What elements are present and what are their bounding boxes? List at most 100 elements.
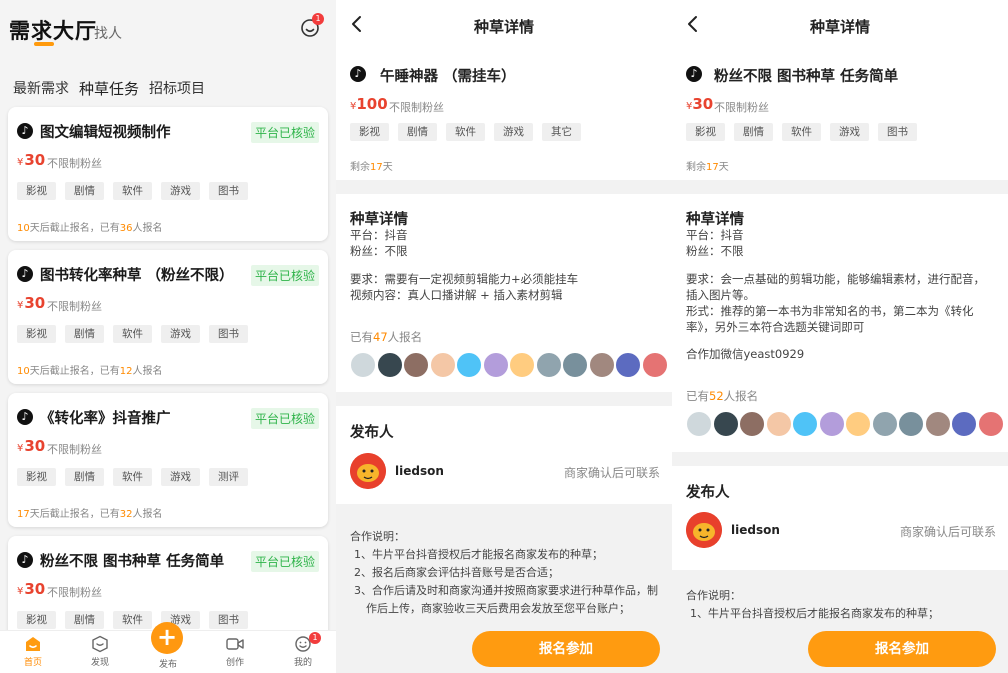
signed-count: 已有47人报名	[350, 330, 423, 344]
tag-chip: 影视	[350, 123, 389, 141]
task-card[interactable]: ♪ 图文编辑短视频制作 平台已核验 ¥30 不限制粉丝 影视 剧情 软件 游戏 图书 1…	[8, 107, 328, 241]
requirement-line-3: 形式：推荐的第一本书为非常知名的书，第二本为《转化	[686, 304, 974, 318]
applicant-avatar[interactable]	[641, 352, 668, 378]
card-footer: 17天后截止报名，已有32人报名	[17, 509, 163, 520]
publish-button[interactable]: +	[151, 622, 183, 654]
tiger-avatar-icon	[686, 512, 722, 548]
applicant-avatar[interactable]	[456, 352, 482, 378]
tag-chip: 游戏	[161, 468, 200, 486]
nav-home-label: 首页	[23, 658, 42, 668]
applicant-avatar[interactable]	[376, 352, 403, 378]
applicant-avatar[interactable]	[765, 411, 792, 437]
join-button[interactable]: 报名参加	[808, 631, 996, 667]
fans-requirement: 不限制粉丝	[47, 157, 102, 170]
tag-chip: 剧情	[398, 123, 437, 141]
seeding-detail-section: 种草详情 平台：抖音 粉丝：不限 要求：会一点基础的剪辑功能，能够编辑素材，进行…	[672, 194, 1008, 452]
applicant-avatars[interactable]	[686, 411, 1008, 441]
applicant-avatar[interactable]	[898, 411, 924, 437]
nav-home[interactable]: 首页	[13, 635, 53, 668]
applicant-avatar[interactable]	[792, 411, 818, 437]
tag-chip: 软件	[113, 182, 152, 200]
publisher-note: 商家确认后可联系	[563, 466, 660, 480]
task-price: ¥100	[350, 95, 388, 113]
join-button[interactable]: 报名参加	[472, 631, 660, 667]
fans-line: 粉丝：不限	[350, 244, 408, 258]
active-tab-indicator	[34, 42, 54, 46]
applicant-avatars[interactable]	[350, 352, 672, 382]
tag-chip: 其它	[542, 123, 581, 141]
tag-chip: 影视	[17, 468, 56, 486]
publisher-title: 发布人	[350, 425, 394, 441]
task-card[interactable]: ♪ 图书转化率种草 （粉丝不限） 平台已核验 ¥30 不限制粉丝 影视 剧情 软件游…	[8, 250, 328, 384]
applicant-avatar[interactable]	[977, 411, 1004, 437]
applicant-avatar[interactable]	[429, 352, 456, 378]
card-title: 《转化率》抖音推广	[40, 411, 171, 427]
platform-line: 平台：抖音	[686, 228, 744, 242]
coop-line-2: 2、报名后商家会评估抖音账号是否合适；	[354, 566, 559, 579]
applicant-avatar[interactable]	[403, 352, 429, 378]
tag-chip: 软件	[782, 123, 821, 141]
subtab-latest[interactable]: 最新需求	[13, 78, 69, 99]
card-tags: 影视 剧情 软件 游戏 图书	[17, 611, 248, 629]
nav-discover[interactable]: 发现	[80, 635, 120, 668]
applicant-avatar[interactable]	[562, 352, 588, 378]
detail-header: 种草详情	[336, 0, 672, 52]
nav-publish-label[interactable]: 发布	[148, 657, 188, 670]
applicant-avatar[interactable]	[588, 352, 615, 378]
verified-badge: 平台已核验	[250, 122, 319, 143]
subtab-seeding-tasks[interactable]: 种草任务	[79, 78, 140, 99]
signed-count: 已有52人报名	[686, 389, 759, 403]
tag-chip: 游戏	[830, 123, 869, 141]
detail-header-title: 种草详情	[809, 18, 870, 36]
applicant-avatar[interactable]	[615, 352, 641, 378]
card-footer: 10天后截止报名，已有12人报名	[17, 366, 163, 377]
nav-discover-label: 发现	[90, 658, 109, 668]
fans-line: 粉丝：不限	[686, 244, 744, 258]
task-card[interactable]: ♪ 《转化率》抖音推广 平台已核验 ¥30 不限制粉丝 影视 剧情 软件 游戏 测评 1…	[8, 393, 328, 527]
task-card-list: ♪ 图文编辑短视频制作 平台已核验 ¥30 不限制粉丝 影视 剧情 软件 游戏 图书 1…	[8, 107, 328, 673]
card-tags: 影视 剧情 软件 游戏 图书	[17, 325, 248, 343]
tag-chip: 游戏	[161, 182, 200, 200]
applicant-avatar[interactable]	[712, 411, 739, 437]
publisher-name: liedson	[395, 464, 444, 478]
remaining-days: 剩余17天	[686, 162, 729, 173]
remaining-days: 剩余17天	[350, 162, 393, 173]
verified-badge: 平台已核验	[250, 265, 319, 286]
seeding-detail-section: 种草详情 平台：抖音 粉丝：不限 要求：需要有一定视频剪辑能力+必须能挂车 视频…	[336, 194, 672, 392]
applicant-avatar[interactable]	[535, 352, 562, 378]
coop-line-1: 1、牛片平台抖音授权后才能报名商家发布的种草；	[354, 548, 603, 561]
applicant-avatar[interactable]	[350, 352, 376, 378]
message-badge: 1	[312, 13, 324, 25]
applicant-avatar[interactable]	[951, 411, 977, 437]
nav-mine[interactable]: 我的 1	[283, 632, 323, 668]
card-price: ¥30	[17, 294, 46, 312]
nav-create[interactable]: 创作	[215, 635, 255, 668]
applicant-avatar[interactable]	[482, 352, 509, 378]
verified-badge: 平台已核验	[250, 551, 319, 572]
tag-chip: 剧情	[65, 611, 104, 629]
applicant-avatar[interactable]	[871, 411, 898, 437]
coop-title: 合作说明：	[350, 530, 405, 543]
tag-chip: 图书	[209, 325, 248, 343]
tag-chip: 游戏	[494, 123, 533, 141]
tab-demand-hall[interactable]: 需求大厅	[9, 15, 97, 45]
applicant-avatar[interactable]	[845, 411, 871, 437]
tiger-avatar-icon	[350, 453, 386, 489]
applicant-avatar[interactable]	[924, 411, 951, 437]
publisher-avatar[interactable]	[350, 453, 386, 489]
tab-find-people[interactable]: 找人	[94, 23, 122, 43]
fans-requirement: 不限制粉丝	[714, 101, 769, 114]
task-tags: 影视 剧情 软件 游戏 其它	[350, 123, 581, 141]
nav-mine-label: 我的	[293, 658, 312, 668]
publisher-section: 发布人 liedson 商家确认后可联系	[672, 466, 1008, 570]
plus-icon: +	[156, 623, 178, 651]
message-button[interactable]: 1	[300, 13, 324, 38]
applicant-avatar[interactable]	[818, 411, 845, 437]
publisher-avatar[interactable]	[686, 512, 722, 548]
applicant-avatar[interactable]	[686, 411, 712, 437]
applicant-avatar[interactable]	[509, 352, 535, 378]
subtab-bidding[interactable]: 招标项目	[149, 78, 205, 99]
applicant-avatar[interactable]	[739, 411, 765, 437]
task-summary-section: ♪ 粉丝不限 图书种草 任务简单 ¥30 不限制粉丝 影视 剧情 软件 游戏 图书 剩余…	[672, 52, 1008, 180]
publisher-title: 发布人	[686, 485, 730, 501]
